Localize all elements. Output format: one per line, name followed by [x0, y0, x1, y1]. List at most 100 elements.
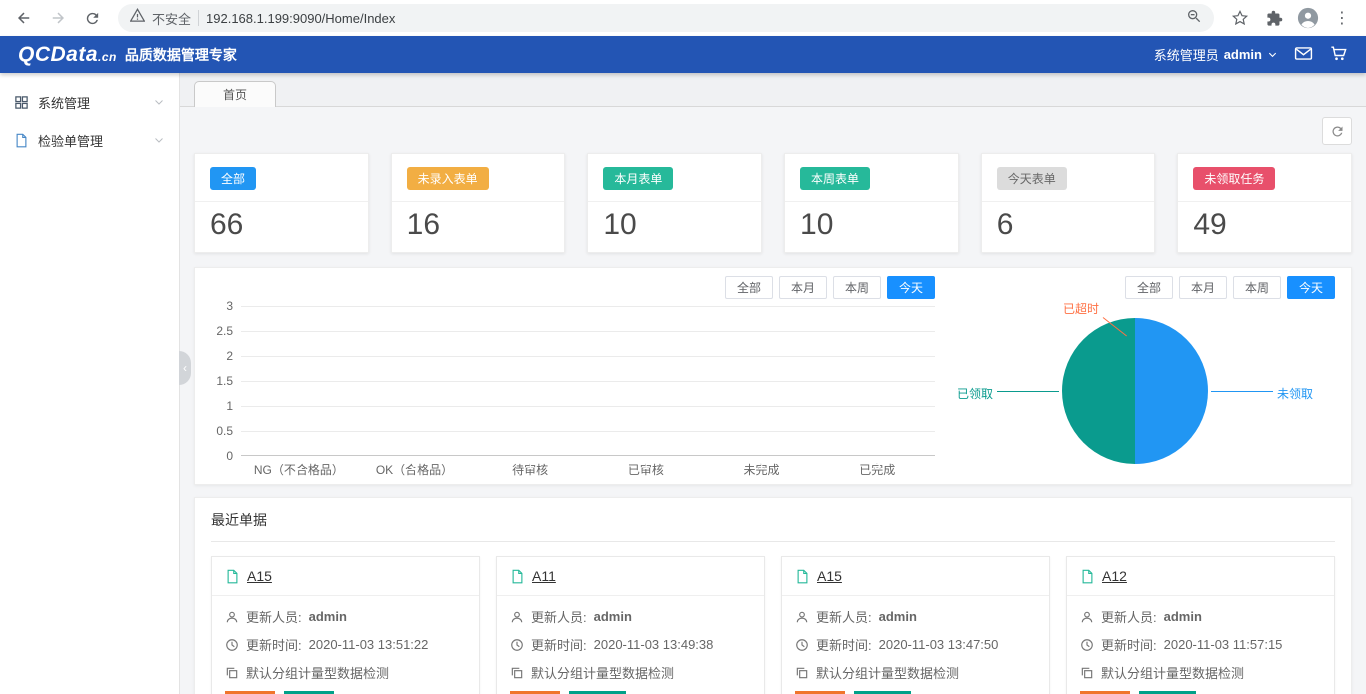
y-tick: 1.5	[216, 374, 233, 388]
doc-description: 默认分组计量型数据检测	[1101, 663, 1244, 682]
bar-value: 2	[375, 457, 454, 472]
clock-icon	[795, 638, 809, 652]
time-label: 更新时间:	[816, 635, 872, 654]
updater-value: admin	[309, 609, 347, 624]
sidebar-item-system-management[interactable]: 系统管理	[0, 83, 179, 121]
recent-documents-panel: 最近单据 A15 更新人员: admin 更新时间: 2020-11-03 13:5…	[194, 497, 1352, 694]
forward-icon[interactable]	[44, 4, 72, 32]
recent-documents-title: 最近单据	[211, 510, 1335, 542]
time-label: 更新时间:	[531, 635, 587, 654]
person-icon	[510, 610, 524, 624]
stat-badge: 本周表单	[800, 167, 870, 190]
person-icon	[1080, 610, 1094, 624]
doc-description: 默认分组计量型数据检测	[816, 663, 959, 682]
profile-avatar[interactable]	[1294, 4, 1322, 32]
chevron-down-icon	[1267, 49, 1278, 60]
y-tick: 2	[226, 349, 233, 363]
document-icon	[1080, 569, 1095, 584]
stat-badge: 未领取任务	[1193, 167, 1275, 190]
stat-card-today: 今天表单 6	[981, 153, 1156, 253]
reload-icon[interactable]	[78, 4, 106, 32]
document-link[interactable]: A11	[532, 568, 556, 584]
address-bar[interactable]: 不安全 192.168.1.199:9090/Home/Index	[118, 4, 1214, 32]
document-link[interactable]: A15	[817, 568, 842, 584]
updater-label: 更新人员:	[816, 607, 872, 626]
copy-icon	[795, 666, 809, 680]
stat-badge: 今天表单	[997, 167, 1067, 190]
app-header: QCData.cn 品质数据管理专家 系统管理员 admin	[0, 36, 1366, 73]
pie-label-overtime: 已超时	[1063, 300, 1099, 317]
filter-today-button[interactable]: 今天	[887, 276, 935, 299]
person-icon	[795, 610, 809, 624]
sidebar-item-inspection-management[interactable]: 检验单管理	[0, 121, 179, 159]
bar-value: 1	[607, 457, 686, 472]
y-axis: 3 2.5 2 1.5 1 0.5 0	[211, 306, 241, 456]
person-icon	[225, 610, 239, 624]
stat-badge: 未录入表单	[407, 167, 489, 190]
updater-label: 更新人员:	[246, 607, 302, 626]
recent-card: A15 更新人员:admin 更新时间:2020-11-03 13:47:50 …	[781, 556, 1050, 694]
pie-label-claimed: 已领取	[957, 385, 993, 402]
refresh-button[interactable]	[1322, 117, 1352, 145]
back-icon[interactable]	[10, 4, 38, 32]
tab-home[interactable]: 首页	[194, 81, 276, 107]
main-content: 首页 全部 66 未录入表单 16 本月表单 10	[180, 73, 1366, 694]
sidebar-item-label: 系统管理	[38, 93, 90, 112]
time-value: 2020-11-03 13:49:38	[594, 637, 714, 652]
bar-chart: 3 2.5 2 1.5 1 0.5 0 2 2 1 1	[211, 306, 935, 456]
stat-badge: 本月表单	[603, 167, 673, 190]
updater-label: 更新人员:	[1101, 607, 1157, 626]
stat-value: 49	[1178, 202, 1351, 248]
document-link[interactable]: A15	[247, 568, 272, 584]
time-value: 2020-11-03 13:47:50	[879, 637, 999, 652]
updater-label: 更新人员:	[531, 607, 587, 626]
zoom-icon[interactable]	[1186, 8, 1202, 29]
bar-value: 3	[838, 457, 917, 472]
mail-icon[interactable]	[1294, 44, 1313, 66]
x-axis: NG（不合格品） OK（合格品） 待审核 已审核 未完成 已完成	[241, 456, 935, 478]
app-slogan: 品质数据管理专家	[125, 45, 237, 65]
filter-week-button[interactable]: 本周	[1233, 276, 1281, 299]
document-link[interactable]: A12	[1102, 568, 1127, 584]
filter-month-button[interactable]: 本月	[1179, 276, 1227, 299]
refresh-icon	[1330, 124, 1345, 139]
filter-all-button[interactable]: 全部	[725, 276, 773, 299]
extensions-icon[interactable]	[1260, 4, 1288, 32]
bookmark-star-icon[interactable]	[1226, 4, 1254, 32]
bar-chart-section: 全部 本月 本周 今天 3 2.5 2 1.5 1 0.5 0	[211, 276, 935, 478]
y-tick: 0.5	[216, 424, 233, 438]
y-tick: 2.5	[216, 324, 233, 338]
updater-value: admin	[594, 609, 632, 624]
time-value: 2020-11-03 13:51:22	[309, 637, 429, 652]
filter-week-button[interactable]: 本周	[833, 276, 881, 299]
stats-row: 全部 66 未录入表单 16 本月表单 10 本周表单 10 今天表单 6	[194, 153, 1352, 253]
doc-description: 默认分组计量型数据检测	[246, 663, 389, 682]
charts-panel: 全部 本月 本周 今天 3 2.5 2 1.5 1 0.5 0	[194, 267, 1352, 485]
not-secure-label[interactable]: 不安全	[152, 9, 191, 28]
browser-menu-icon[interactable]: ⋮	[1328, 4, 1356, 32]
user-name: admin	[1224, 47, 1262, 62]
chevron-down-icon	[153, 134, 165, 146]
time-value: 2020-11-03 11:57:15	[1164, 637, 1283, 652]
url-text[interactable]: 192.168.1.199:9090/Home/Index	[206, 11, 1179, 26]
updater-value: admin	[879, 609, 917, 624]
bar-value: 1	[491, 457, 570, 472]
doc-description: 默认分组计量型数据检测	[531, 663, 674, 682]
stat-value: 6	[982, 202, 1155, 248]
user-menu[interactable]: 系统管理员 admin	[1154, 45, 1278, 64]
grid-icon	[14, 95, 29, 110]
clock-icon	[1080, 638, 1094, 652]
cart-icon[interactable]	[1329, 44, 1348, 66]
stat-card-this-week: 本周表单 10	[784, 153, 959, 253]
recent-card: A11 更新人员:admin 更新时间:2020-11-03 13:49:38 …	[496, 556, 765, 694]
filter-month-button[interactable]: 本月	[779, 276, 827, 299]
y-tick: 1	[226, 399, 233, 413]
filter-today-button[interactable]: 今天	[1287, 276, 1335, 299]
filter-all-button[interactable]: 全部	[1125, 276, 1173, 299]
copy-icon	[225, 666, 239, 680]
sidebar: 系统管理 检验单管理 ‹	[0, 73, 180, 694]
recent-card: A12 更新人员:admin 更新时间:2020-11-03 11:57:15 …	[1066, 556, 1335, 694]
updater-value: admin	[1164, 609, 1202, 624]
stat-card-this-month: 本月表单 10	[587, 153, 762, 253]
document-icon	[795, 569, 810, 584]
